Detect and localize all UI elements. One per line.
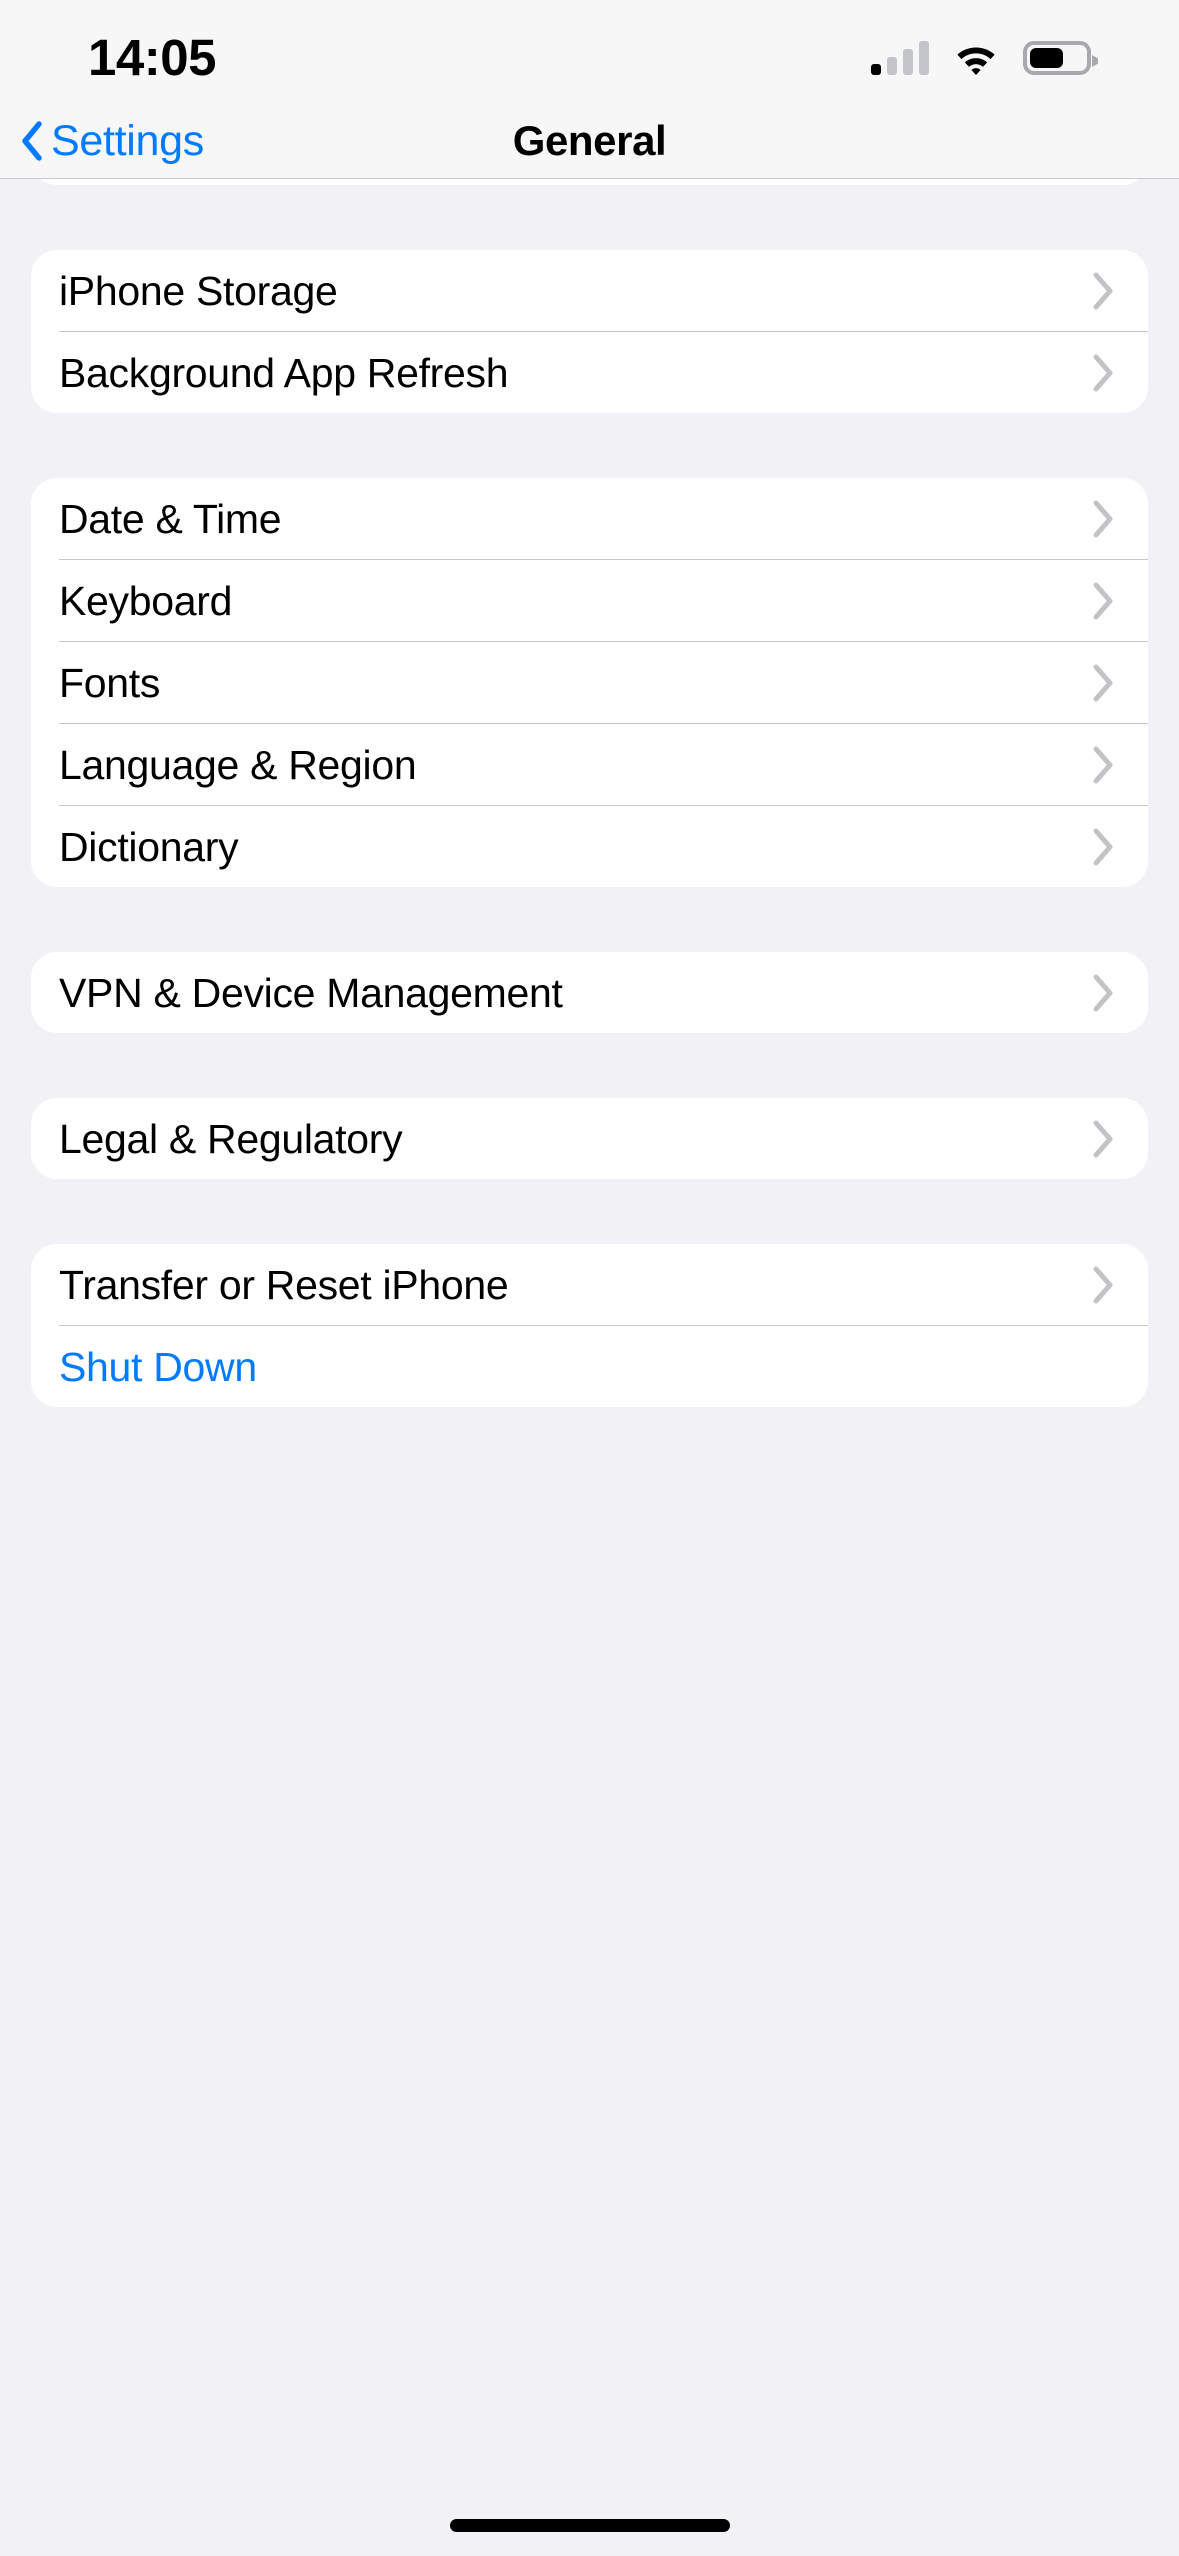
list-item-label: Transfer or Reset iPhone [59,1261,509,1308]
cellular-signal-icon [871,41,929,75]
chevron-right-icon [1092,974,1114,1012]
list-item[interactable]: Date & Time [31,478,1148,559]
home-indicator[interactable] [449,2519,730,2532]
list-item-label: Dictionary [59,823,239,870]
settings-list-scroll: CarPlay iPhone Storage Background App Refr… [0,179,1179,1407]
wifi-icon [953,41,999,75]
legal-group: Legal & Regulatory [31,1098,1148,1179]
list-item[interactable]: Language & Region [31,724,1148,805]
battery-icon [1023,41,1091,75]
navigation-bar: Settings General [0,104,1179,179]
status-bar-time: 14:05 [88,29,216,86]
list-item[interactable]: CarPlay [31,179,1148,185]
list-item[interactable]: Transfer or Reset iPhone [31,1244,1148,1325]
list-item[interactable]: iPhone Storage [31,250,1148,331]
device-management-group: VPN & Device Management [31,952,1148,1033]
reset-group: Transfer or Reset iPhone Shut Down [31,1244,1148,1407]
list-item[interactable]: Keyboard [31,560,1148,641]
list-item-label: Shut Down [59,1343,257,1390]
chevron-right-icon [1092,746,1114,784]
list-item-label: Background App Refresh [59,349,509,396]
settings-list[interactable]: CarPlay iPhone Storage Background App Refr… [0,179,1179,2556]
list-item[interactable]: Shut Down [31,1326,1148,1407]
list-item[interactable]: Dictionary [31,806,1148,887]
chevron-right-icon [1092,1120,1114,1158]
localization-group: Date & Time Keyboard Fonts Language & Regio… [31,478,1148,887]
carplay-group: CarPlay [31,179,1148,185]
status-bar: 14:05 [0,0,1179,104]
chevron-right-icon [1092,828,1114,866]
status-bar-icons [871,38,1091,78]
chevron-right-icon [1092,582,1114,620]
list-item-label: Fonts [59,659,161,706]
chevron-right-icon [1092,354,1114,392]
list-item[interactable]: Fonts [31,642,1148,723]
chevron-right-icon [1092,664,1114,702]
list-item[interactable]: Background App Refresh [31,332,1148,413]
list-item-label: iPhone Storage [59,267,338,314]
chevron-right-icon [1092,1266,1114,1304]
list-item-label: Keyboard [59,577,233,624]
list-item-label: Language & Region [59,741,417,788]
list-item-label: VPN & Device Management [59,969,563,1016]
list-item-label: Legal & Regulatory [59,1115,403,1162]
page-title: General [512,117,667,164]
storage-group: iPhone Storage Background App Refresh [31,250,1148,413]
list-item[interactable]: Legal & Regulatory [31,1098,1148,1179]
list-item[interactable]: VPN & Device Management [31,952,1148,1033]
chevron-right-icon [1092,272,1114,310]
chevron-right-icon [1092,500,1114,538]
list-item-label: Date & Time [59,495,282,542]
